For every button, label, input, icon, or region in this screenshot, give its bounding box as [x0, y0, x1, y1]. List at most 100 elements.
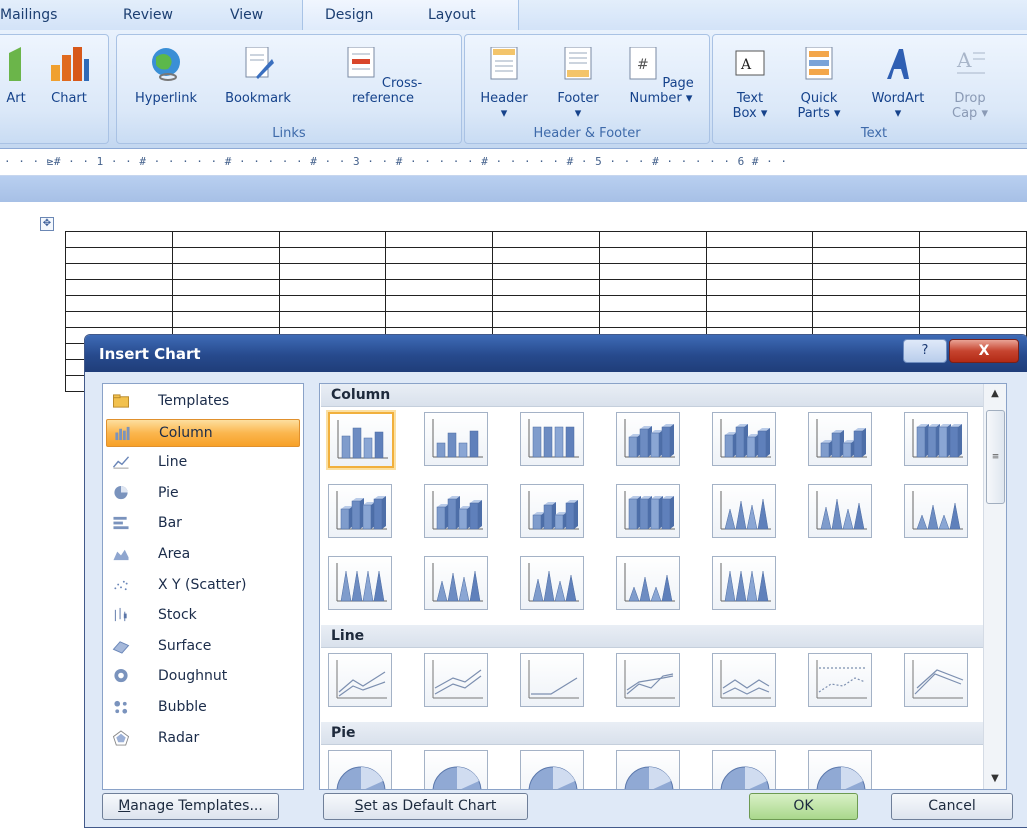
table-cell[interactable]: [812, 311, 921, 328]
close-button[interactable]: X: [949, 339, 1019, 363]
table-cell[interactable]: [65, 311, 173, 328]
cancel-button[interactable]: Cancel: [891, 793, 1013, 820]
table-cell[interactable]: [492, 295, 600, 312]
wordart-button[interactable]: WordArt ▾: [863, 47, 933, 121]
table-cell[interactable]: [385, 311, 494, 328]
chart-type-x-y-scatter[interactable]: X Y (Scatter): [106, 572, 298, 598]
chart-type-area[interactable]: Area: [106, 541, 298, 567]
line-subtype-thumbnail[interactable]: [424, 653, 488, 707]
column-subtype-thumbnail[interactable]: [424, 556, 488, 610]
table-cell[interactable]: [385, 247, 494, 264]
table-cell[interactable]: [65, 247, 173, 264]
table-cell[interactable]: [278, 295, 387, 312]
column-subtype-thumbnail[interactable]: [712, 412, 776, 466]
table-cell[interactable]: [919, 295, 1027, 312]
table-cell[interactable]: [171, 231, 280, 248]
line-subtype-thumbnail[interactable]: [616, 653, 680, 707]
table-cell[interactable]: [598, 263, 707, 280]
chart-type-bubble[interactable]: Bubble: [106, 694, 298, 720]
table-cell[interactable]: [171, 295, 280, 312]
set-default-chart-button[interactable]: Set as Default Chart: [323, 793, 528, 820]
table-cell[interactable]: [919, 263, 1027, 280]
column-subtype-thumbnail[interactable]: [616, 412, 680, 466]
line-subtype-thumbnail[interactable]: [904, 653, 968, 707]
column-subtype-thumbnail[interactable]: [808, 412, 872, 466]
column-subtype-thumbnail[interactable]: [520, 484, 584, 538]
page-number-button[interactable]: # Page Number ▾: [621, 46, 701, 106]
column-subtype-thumbnail[interactable]: [712, 484, 776, 538]
footer-button[interactable]: Footer ▾: [545, 46, 611, 121]
table-cell[interactable]: [919, 247, 1027, 264]
line-subtype-thumbnail[interactable]: [712, 653, 776, 707]
bookmark-button[interactable]: Bookmark: [212, 46, 304, 106]
text-box-button[interactable]: A Text Box ▾: [723, 47, 777, 121]
tab-design[interactable]: Design: [325, 7, 373, 23]
drop-cap-button[interactable]: A Drop Cap ▾: [943, 47, 997, 121]
table-cell[interactable]: [812, 263, 921, 280]
table-cell[interactable]: [65, 279, 173, 296]
table-cell[interactable]: [919, 311, 1027, 328]
column-subtype-thumbnail[interactable]: [328, 556, 392, 610]
table-cell[interactable]: [492, 247, 600, 264]
table-cell[interactable]: [385, 263, 494, 280]
table-cell[interactable]: [919, 279, 1027, 296]
chart-type-surface[interactable]: Surface: [106, 633, 298, 659]
horizontal-ruler[interactable]: · · · ⊵# · · 1 · · # · · · · · # · · · ·…: [0, 149, 1027, 176]
table-cell[interactable]: [705, 247, 814, 264]
table-cell[interactable]: [812, 247, 921, 264]
column-subtype-thumbnail[interactable]: [616, 484, 680, 538]
chart-button[interactable]: Chart: [39, 47, 99, 106]
pie-subtype-thumbnail[interactable]: [616, 750, 680, 789]
hyperlink-button[interactable]: Hyperlink: [123, 47, 209, 106]
pie-subtype-thumbnail[interactable]: [712, 750, 776, 789]
cross-reference-button[interactable]: Cross-reference: [313, 46, 453, 106]
table-cell[interactable]: [278, 231, 387, 248]
table-cell[interactable]: [919, 231, 1027, 248]
line-subtype-thumbnail[interactable]: [808, 653, 872, 707]
column-subtype-thumbnail[interactable]: [904, 412, 968, 466]
table-cell[interactable]: [278, 279, 387, 296]
pie-subtype-thumbnail[interactable]: [424, 750, 488, 789]
pie-subtype-thumbnail[interactable]: [328, 750, 392, 789]
chart-type-column[interactable]: Column: [106, 418, 300, 447]
scroll-down-arrow-icon[interactable]: ▼: [984, 769, 1006, 789]
table-cell[interactable]: [278, 263, 387, 280]
table-cell[interactable]: [65, 263, 173, 280]
header-button[interactable]: Header ▾: [471, 46, 537, 121]
table-cell[interactable]: [492, 279, 600, 296]
chart-type-bar[interactable]: Bar: [106, 510, 298, 536]
table-cell[interactable]: [705, 263, 814, 280]
quick-parts-button[interactable]: Quick Parts ▾: [789, 46, 849, 121]
table-cell[interactable]: [705, 295, 814, 312]
column-subtype-thumbnail[interactable]: [520, 412, 584, 466]
pie-subtype-thumbnail[interactable]: [808, 750, 872, 789]
table-cell[interactable]: [65, 231, 173, 248]
help-button[interactable]: ?: [903, 339, 947, 363]
chart-type-pie[interactable]: Pie: [106, 480, 298, 506]
column-subtype-thumbnail[interactable]: [904, 484, 968, 538]
table-cell[interactable]: [385, 231, 494, 248]
gallery-scrollbar[interactable]: ▲ ≡ ▼: [983, 384, 1006, 789]
chart-type-templates[interactable]: Templates: [106, 388, 298, 414]
line-subtype-thumbnail[interactable]: [328, 653, 392, 707]
tab-mailings[interactable]: Mailings: [0, 7, 57, 23]
tab-review[interactable]: Review: [123, 7, 173, 23]
table-cell[interactable]: [812, 279, 921, 296]
chart-type-doughnut[interactable]: Doughnut: [106, 663, 298, 689]
column-subtype-thumbnail[interactable]: [424, 484, 488, 538]
scroll-thumb[interactable]: ≡: [986, 410, 1005, 504]
column-subtype-thumbnail[interactable]: [808, 484, 872, 538]
chart-type-radar[interactable]: Radar: [106, 725, 298, 751]
table-cell[interactable]: [598, 295, 707, 312]
table-cell[interactable]: [492, 311, 600, 328]
scroll-up-arrow-icon[interactable]: ▲: [984, 384, 1006, 404]
table-cell[interactable]: [705, 279, 814, 296]
table-cell[interactable]: [705, 311, 814, 328]
table-cell[interactable]: [278, 311, 387, 328]
table-cell[interactable]: [598, 231, 707, 248]
table-cell[interactable]: [278, 247, 387, 264]
column-subtype-thumbnail[interactable]: [616, 556, 680, 610]
tab-layout[interactable]: Layout: [428, 7, 476, 23]
ok-button[interactable]: OK: [749, 793, 858, 820]
tab-view[interactable]: View: [230, 7, 263, 23]
